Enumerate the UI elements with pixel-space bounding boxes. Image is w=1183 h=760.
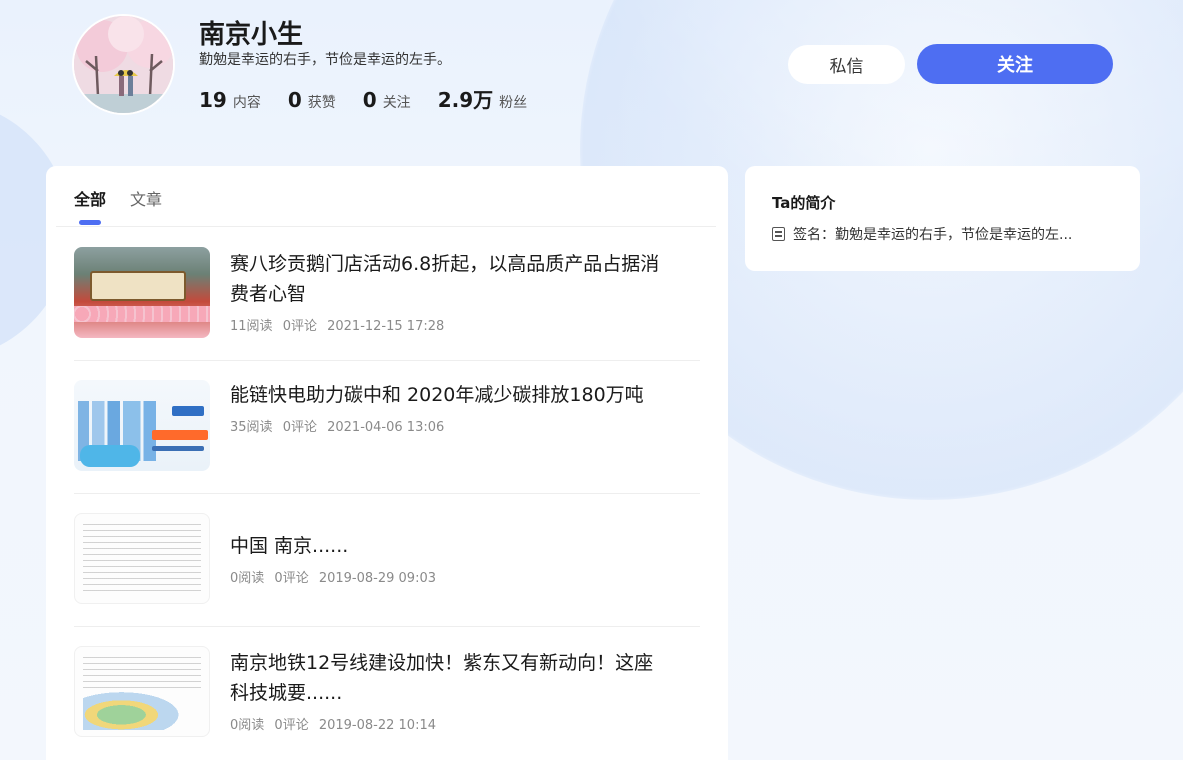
profile-name: 南京小生 [199,20,304,50]
article-reads: 11阅读 [230,319,273,334]
article-comments: 0评论 [274,571,309,586]
article-thumbnail[interactable] [74,513,210,604]
article-date: 2019-08-29 09:03 [318,571,436,586]
article-title[interactable]: 中国 南京...... [230,531,660,561]
article-thumbnail[interactable] [74,646,210,737]
article-title[interactable]: 赛八珍贡鹅门店活动6.8折起，以高品质产品占据消费者心智 [230,249,660,309]
content-card: 全部 文章 赛八珍贡鹅门店活动6.8折起，以高品质产品占据消费者心智 11阅读 … [46,166,728,760]
article-reads: 0阅读 [230,571,265,586]
stat-label: 关注 [382,95,411,111]
stat-likes: 0 获赞 [288,88,336,112]
avatar[interactable] [72,14,175,115]
article-title[interactable]: 南京地铁12号线建设加快！紫东又有新动向！这座科技城要...... [230,648,660,708]
article-reads: 35阅读 [230,420,273,435]
intro-signature: 签名：勤勉是幸运的右手，节俭是幸运的左... [772,224,1072,244]
content-tabs: 全部 文章 [74,186,186,224]
stat-label: 粉丝 [499,95,528,111]
tab-all[interactable]: 全部 [74,186,106,224]
profile-stats: 19 内容 0 获赞 0 关注 2.9万 粉丝 [199,84,554,113]
article-meta: 0阅读 0评论 2019-08-29 09:03 [230,567,660,586]
message-button[interactable]: 私信 [788,45,905,84]
article-thumbnail[interactable] [74,380,210,471]
article-title[interactable]: 能链快电助力碳中和 2020年减少碳排放180万吨 [230,380,660,410]
profile-header: 南京小生 勤勉是幸运的右手，节俭是幸运的左手。 19 内容 0 获赞 0 关注 … [0,0,1183,150]
stat-fans[interactable]: 2.9万 粉丝 [438,84,527,113]
list-item[interactable]: 南京地铁12号线建设加快！紫东又有新动向！这座科技城要...... 0阅读 0评… [74,646,700,760]
list-item[interactable]: 赛八珍贡鹅门店活动6.8折起，以高品质产品占据消费者心智 11阅读 0评论 20… [74,247,700,361]
follow-button[interactable]: 关注 [917,44,1113,84]
article-meta: 11阅读 0评论 2021-12-15 17:28 [230,315,660,334]
stat-label: 内容 [232,95,261,111]
article-reads: 0阅读 [230,718,265,733]
stat-label: 获赞 [307,95,336,111]
intro-title: Ta的简介 [772,194,836,212]
profile-signature: 勤勉是幸运的右手，节俭是幸运的左手。 [199,52,451,68]
article-thumbnail[interactable] [74,247,210,338]
stat-following[interactable]: 0 关注 [363,88,411,112]
tab-articles[interactable]: 文章 [130,186,162,224]
list-item[interactable]: 能链快电助力碳中和 2020年减少碳排放180万吨 35阅读 0评论 2021-… [74,380,700,494]
stat-value: 0 [287,88,302,112]
list-item[interactable]: 中国 南京...... 0阅读 0评论 2019-08-29 09:03 [74,513,700,627]
article-comments: 0评论 [274,718,309,733]
stat-content[interactable]: 19 内容 [199,88,261,112]
document-icon [772,227,785,241]
article-meta: 0阅读 0评论 2019-08-22 10:14 [230,714,660,733]
intro-signature-text: 签名：勤勉是幸运的右手，节俭是幸运的左... [793,227,1073,243]
article-meta: 35阅读 0评论 2021-04-06 13:06 [230,416,660,435]
stat-value: 2.9万 [437,88,494,112]
article-comments: 0评论 [282,420,317,435]
stat-value: 0 [362,88,377,112]
article-date: 2021-04-06 13:06 [327,420,445,435]
article-comments: 0评论 [282,319,317,334]
article-date: 2019-08-22 10:14 [318,718,436,733]
tabs-divider [56,226,716,227]
intro-card: Ta的简介 签名：勤勉是幸运的右手，节俭是幸运的左... [745,166,1140,271]
article-date: 2021-12-15 17:28 [327,319,445,334]
stat-value: 19 [199,88,227,112]
